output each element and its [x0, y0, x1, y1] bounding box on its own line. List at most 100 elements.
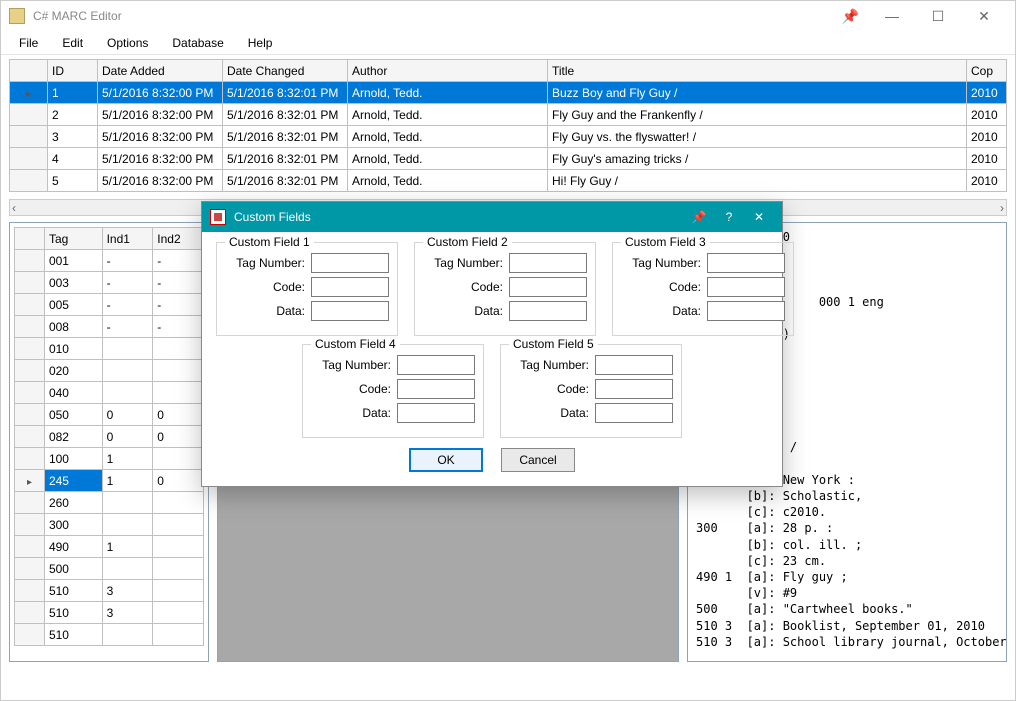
cell-author[interactable]: Arnold, Tedd. — [348, 170, 548, 192]
data-input[interactable] — [397, 403, 475, 423]
cell-tag[interactable]: 260 — [44, 492, 102, 514]
col-date-added[interactable]: Date Added — [98, 60, 223, 82]
cell-ind2[interactable] — [153, 624, 204, 646]
cell-ind1[interactable] — [102, 338, 153, 360]
table-row[interactable]: 5103 — [15, 580, 204, 602]
cell-cop[interactable]: 2010 — [967, 104, 1007, 126]
cell-ind2[interactable] — [153, 536, 204, 558]
tag-number-input[interactable] — [311, 253, 389, 273]
table-row[interactable]: 005-- — [15, 294, 204, 316]
cell-ind1[interactable] — [102, 558, 153, 580]
cell-tag[interactable]: 001 — [44, 250, 102, 272]
cell-author[interactable]: Arnold, Tedd. — [348, 104, 548, 126]
cell-ind1[interactable] — [102, 514, 153, 536]
cell-id[interactable]: 1 — [48, 82, 98, 104]
code-input[interactable] — [397, 379, 475, 399]
col-id[interactable]: ID — [48, 60, 98, 82]
table-row[interactable]: 25/1/2016 8:32:00 PM5/1/2016 8:32:01 PMA… — [10, 104, 1007, 126]
table-row[interactable]: 500 — [15, 558, 204, 580]
cell-changed[interactable]: 5/1/2016 8:32:01 PM — [223, 148, 348, 170]
table-row[interactable]: 003-- — [15, 272, 204, 294]
cell-cop[interactable]: 2010 — [967, 126, 1007, 148]
cell-ind1[interactable]: 1 — [102, 470, 153, 492]
cell-added[interactable]: 5/1/2016 8:32:00 PM — [98, 104, 223, 126]
cell-ind2[interactable]: 0 — [153, 404, 204, 426]
table-row[interactable]: 010 — [15, 338, 204, 360]
cell-tag[interactable]: 245 — [44, 470, 102, 492]
cell-ind2[interactable] — [153, 360, 204, 382]
table-row[interactable]: ▸15/1/2016 8:32:00 PM5/1/2016 8:32:01 PM… — [10, 82, 1007, 104]
cell-ind1[interactable]: 1 — [102, 536, 153, 558]
col-title[interactable]: Title — [548, 60, 967, 82]
col-date-changed[interactable]: Date Changed — [223, 60, 348, 82]
cell-tag[interactable]: 490 — [44, 536, 102, 558]
data-input[interactable] — [311, 301, 389, 321]
cell-tag[interactable]: 300 — [44, 514, 102, 536]
col-author[interactable]: Author — [348, 60, 548, 82]
table-row[interactable]: 260 — [15, 492, 204, 514]
cell-ind2[interactable] — [153, 492, 204, 514]
cell-ind1[interactable]: - — [102, 272, 153, 294]
cell-ind1[interactable]: 0 — [102, 404, 153, 426]
cell-ind2[interactable]: 0 — [153, 470, 204, 492]
table-row[interactable]: 020 — [15, 360, 204, 382]
menu-edit[interactable]: Edit — [50, 34, 95, 52]
table-row[interactable]: 300 — [15, 514, 204, 536]
cell-changed[interactable]: 5/1/2016 8:32:01 PM — [223, 82, 348, 104]
cell-ind1[interactable]: - — [102, 316, 153, 338]
data-input[interactable] — [707, 301, 785, 321]
cell-changed[interactable]: 5/1/2016 8:32:01 PM — [223, 170, 348, 192]
cell-tag[interactable]: 020 — [44, 360, 102, 382]
dialog-pin-icon[interactable]: 📌 — [684, 210, 714, 224]
cell-cop[interactable]: 2010 — [967, 170, 1007, 192]
data-input[interactable] — [509, 301, 587, 321]
cell-ind1[interactable] — [102, 360, 153, 382]
cell-tag[interactable]: 003 — [44, 272, 102, 294]
table-row[interactable]: 1001 — [15, 448, 204, 470]
cell-changed[interactable]: 5/1/2016 8:32:01 PM — [223, 126, 348, 148]
dialog-help-button[interactable]: ? — [714, 210, 744, 224]
cell-title[interactable]: Hi! Fly Guy / — [548, 170, 967, 192]
table-row[interactable]: 040 — [15, 382, 204, 404]
cell-ind2[interactable] — [153, 580, 204, 602]
cell-tag[interactable]: 008 — [44, 316, 102, 338]
cell-ind2[interactable] — [153, 514, 204, 536]
cell-author[interactable]: Arnold, Tedd. — [348, 148, 548, 170]
minimize-button[interactable]: — — [869, 1, 915, 31]
tag-number-input[interactable] — [707, 253, 785, 273]
cell-ind2[interactable]: - — [153, 294, 204, 316]
menu-database[interactable]: Database — [160, 34, 235, 52]
cell-ind1[interactable] — [102, 624, 153, 646]
cell-id[interactable]: 2 — [48, 104, 98, 126]
cell-tag[interactable]: 082 — [44, 426, 102, 448]
cell-tag[interactable]: 510 — [44, 602, 102, 624]
cell-ind2[interactable] — [153, 558, 204, 580]
cell-ind2[interactable]: - — [153, 250, 204, 272]
pin-icon[interactable]: 📌 — [842, 8, 859, 25]
cell-ind1[interactable] — [102, 492, 153, 514]
cell-ind2[interactable] — [153, 338, 204, 360]
tag-number-input[interactable] — [397, 355, 475, 375]
cell-added[interactable]: 5/1/2016 8:32:00 PM — [98, 148, 223, 170]
cell-ind1[interactable]: - — [102, 294, 153, 316]
table-row[interactable]: 08200 — [15, 426, 204, 448]
cell-tag[interactable]: 510 — [44, 580, 102, 602]
cell-title[interactable]: Fly Guy and the Frankenfly / — [548, 104, 967, 126]
maximize-button[interactable]: ☐ — [915, 1, 961, 31]
table-row[interactable]: ▸24510 — [15, 470, 204, 492]
cell-tag[interactable]: 005 — [44, 294, 102, 316]
cell-tag[interactable]: 500 — [44, 558, 102, 580]
cell-changed[interactable]: 5/1/2016 8:32:01 PM — [223, 104, 348, 126]
cell-ind1[interactable]: 3 — [102, 580, 153, 602]
table-row[interactable]: 001-- — [15, 250, 204, 272]
cell-title[interactable]: Fly Guy's amazing tricks / — [548, 148, 967, 170]
scroll-right-icon[interactable]: › — [1000, 201, 1004, 215]
table-row[interactable]: 35/1/2016 8:32:00 PM5/1/2016 8:32:01 PMA… — [10, 126, 1007, 148]
table-row[interactable]: 5103 — [15, 602, 204, 624]
tag-number-input[interactable] — [509, 253, 587, 273]
menu-options[interactable]: Options — [95, 34, 160, 52]
cell-tag[interactable]: 510 — [44, 624, 102, 646]
cancel-button[interactable]: Cancel — [501, 448, 575, 472]
table-row[interactable]: 45/1/2016 8:32:00 PM5/1/2016 8:32:01 PMA… — [10, 148, 1007, 170]
cell-ind2[interactable]: - — [153, 272, 204, 294]
